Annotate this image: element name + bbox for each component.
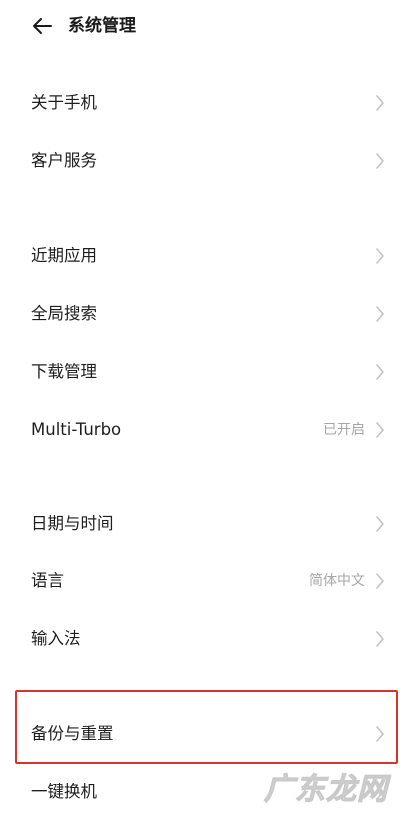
settings-item-label: 下载管理 <box>31 362 97 381</box>
settings-item-label: 输入法 <box>31 629 81 648</box>
settings-item-input-method[interactable]: 输入法 <box>0 610 411 668</box>
top-bar: 系统管理 <box>0 0 411 52</box>
watermark-logo: 广东龙网 <box>264 772 388 808</box>
settings-item-recent-apps[interactable]: 近期应用 <box>0 227 411 285</box>
settings-item-label: 客户服务 <box>31 151 97 170</box>
settings-item-value: 简体中文 <box>309 573 365 589</box>
settings-item-label: 关于手机 <box>31 93 97 112</box>
highlight-annotation-box <box>15 690 398 764</box>
settings-item-language[interactable]: 语言 简体中文 <box>0 552 411 610</box>
settings-item-date-time[interactable]: 日期与时间 <box>0 495 411 553</box>
page-title: 系统管理 <box>68 16 136 36</box>
chevron-right-icon <box>376 153 384 169</box>
arrow-left-icon <box>33 18 52 34</box>
chevron-right-icon <box>376 306 384 322</box>
chevron-right-icon <box>376 95 384 111</box>
settings-item-label: 语言 <box>31 571 64 590</box>
settings-item-label: Multi-Turbo <box>31 420 122 439</box>
settings-item-label: 一键换机 <box>31 782 97 801</box>
chevron-right-icon <box>376 364 384 380</box>
settings-item-label: 日期与时间 <box>31 514 114 533</box>
settings-item-global-search[interactable]: 全局搜索 <box>0 285 411 343</box>
settings-item-about-phone[interactable]: 关于手机 <box>0 74 411 132</box>
settings-item-download-manager[interactable]: 下载管理 <box>0 343 411 401</box>
settings-item-customer-service[interactable]: 客户服务 <box>0 132 411 190</box>
back-button[interactable] <box>26 10 58 42</box>
chevron-right-icon <box>376 422 384 438</box>
chevron-right-icon <box>376 573 384 589</box>
settings-item-multi-turbo[interactable]: Multi-Turbo 已开启 <box>0 401 411 459</box>
chevron-right-icon <box>376 248 384 264</box>
settings-item-label: 近期应用 <box>31 246 97 265</box>
settings-item-label: 全局搜索 <box>31 304 97 323</box>
chevron-right-icon <box>376 516 384 532</box>
chevron-right-icon <box>376 631 384 647</box>
settings-item-value: 已开启 <box>323 422 365 438</box>
